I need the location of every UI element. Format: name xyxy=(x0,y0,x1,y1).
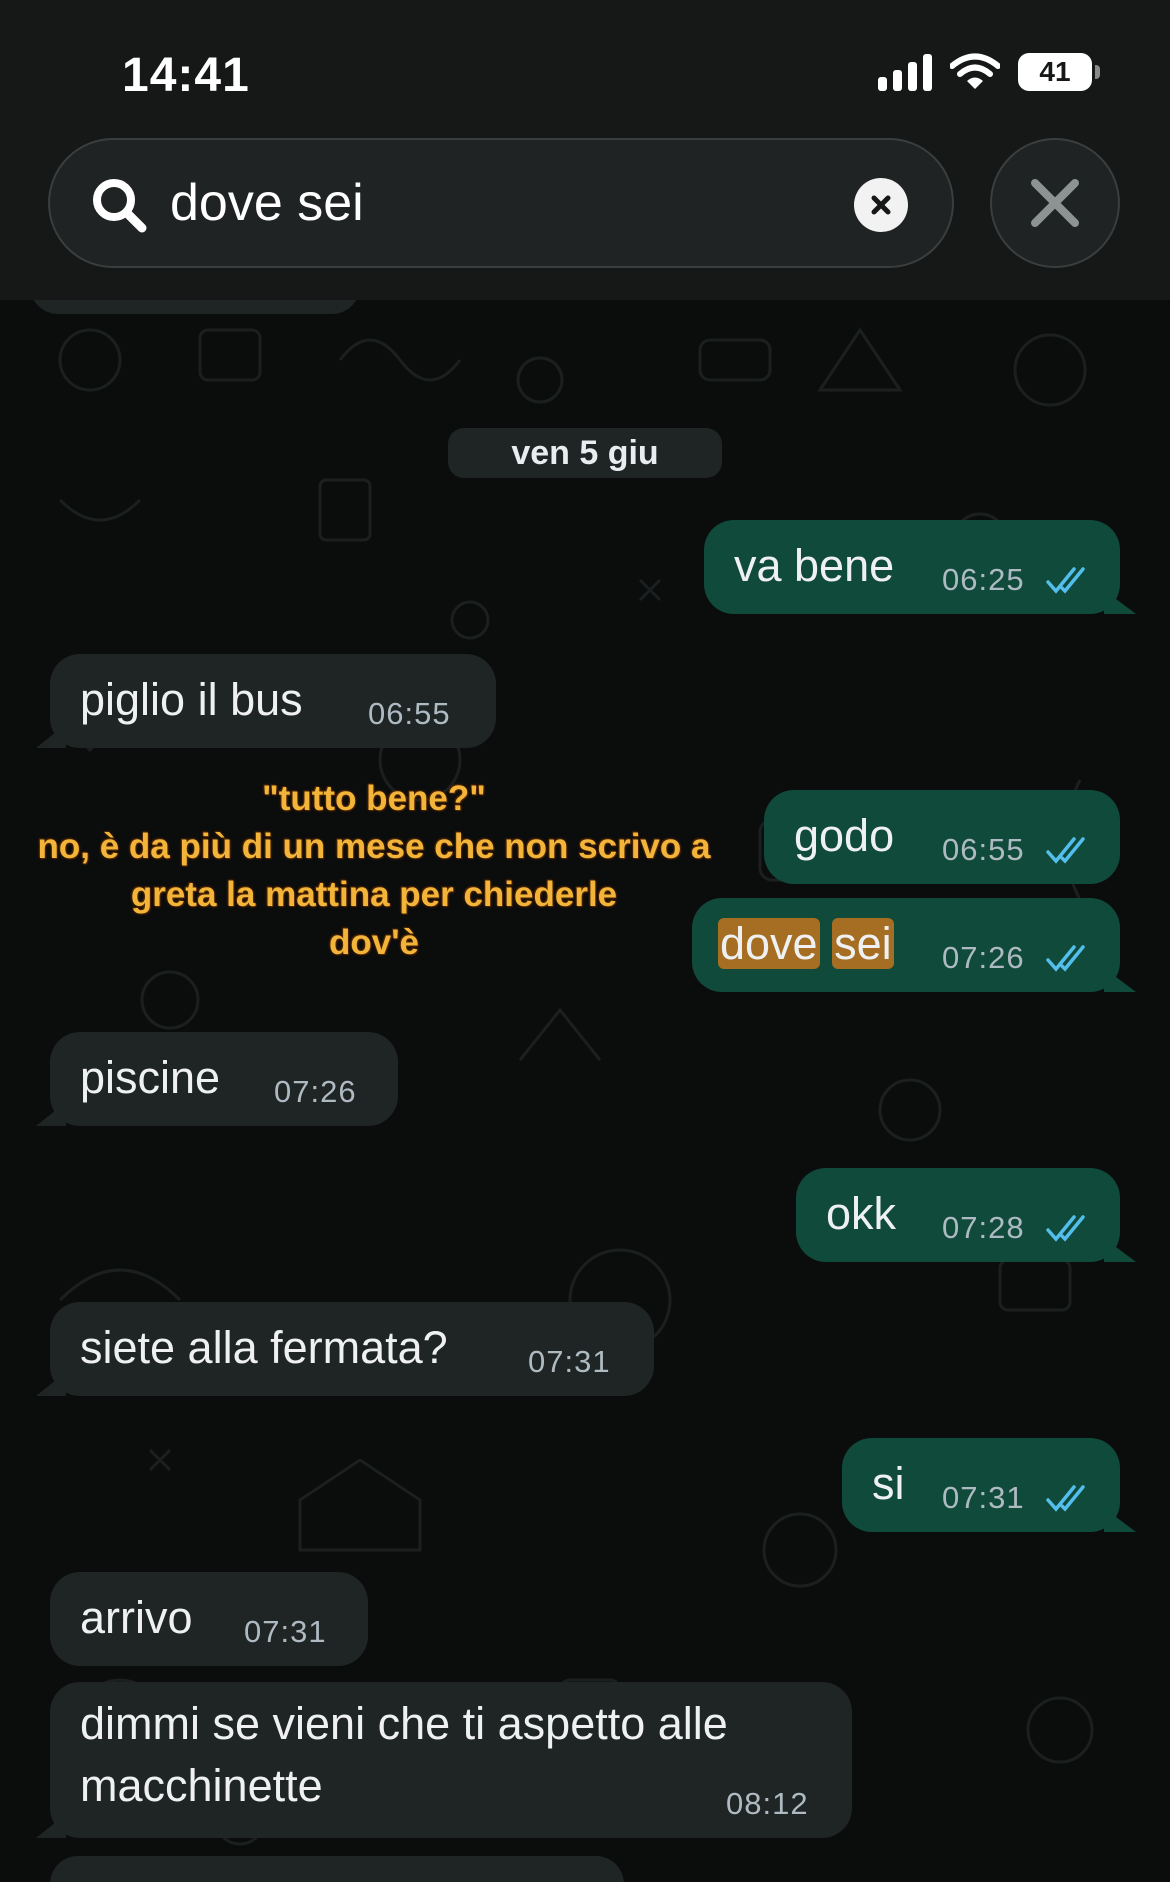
signal-icon xyxy=(878,53,932,91)
message-text: godo xyxy=(794,810,895,861)
message-text: okk xyxy=(826,1188,897,1239)
clear-search-icon xyxy=(871,195,891,215)
status-time: 14:41 xyxy=(122,49,250,102)
top-bar: 14:41 41 xyxy=(0,0,1170,300)
close-icon xyxy=(1031,179,1079,227)
caption-overlay: "tutto bene?" no, è da più di un mese ch… xyxy=(14,775,734,967)
wifi-icon xyxy=(950,53,1000,89)
message-time: 07:26 xyxy=(942,940,1025,975)
message-time: 06:25 xyxy=(942,562,1025,597)
message-time: 06:55 xyxy=(942,832,1025,867)
message-text: dove sei xyxy=(718,918,894,970)
message-text: arrivo xyxy=(80,1592,193,1643)
caption-line: no, è da più di un mese che non scrivo a xyxy=(37,827,711,866)
close-search-button[interactable] xyxy=(990,138,1120,268)
message-bubble-in[interactable]: arrivo 07:31 xyxy=(50,1572,368,1666)
message-bubble-out[interactable]: godo 06:55 xyxy=(764,790,1120,884)
message-text: piglio il bus xyxy=(80,674,303,725)
message-bubble-in[interactable]: piglio il bus 06:55 xyxy=(36,654,496,748)
caption-line: greta la mattina per chiederle xyxy=(130,875,618,914)
search-bar[interactable] xyxy=(48,138,954,268)
message-time: 07:28 xyxy=(942,1210,1025,1245)
status-icons: 41 xyxy=(878,52,1100,92)
read-ticks-icon xyxy=(1046,945,1085,972)
battery-level: 41 xyxy=(1039,56,1071,87)
read-ticks-icon xyxy=(1046,567,1085,594)
message-time: 07:31 xyxy=(528,1344,611,1379)
message-bubble-out[interactable]: va bene 06:25 xyxy=(704,520,1136,614)
read-ticks-icon xyxy=(1046,1485,1085,1512)
chat-area[interactable]: ven 5 giu va bene 06:25 piglio il bus 06… xyxy=(0,300,1170,1882)
message-text: piscine xyxy=(80,1052,221,1103)
message-time: 07:31 xyxy=(942,1480,1025,1515)
search-input[interactable] xyxy=(170,168,790,238)
message-text-line: dimmi se vieni che ti aspetto alle xyxy=(80,1698,728,1749)
message-bubble-in[interactable]: piscine 07:26 xyxy=(36,1032,398,1126)
battery-icon: 41 xyxy=(1018,53,1100,91)
read-ticks-icon xyxy=(1046,1215,1085,1242)
message-bubble-in[interactable]: dimmi se vieni che ti aspetto alle macch… xyxy=(36,1682,852,1838)
message-text: siete alla fermata? xyxy=(80,1322,448,1373)
message-time: 07:31 xyxy=(244,1614,327,1649)
search-highlight: sei xyxy=(832,918,894,969)
partial-message-bubble xyxy=(50,1856,624,1882)
message-bubble-out[interactable]: si 07:31 xyxy=(842,1438,1136,1532)
message-time: 06:55 xyxy=(368,696,451,731)
message-bubble-in[interactable]: siete alla fermata? 07:31 xyxy=(36,1302,654,1396)
message-text-line: macchinette xyxy=(80,1760,323,1811)
message-text: si xyxy=(872,1458,905,1509)
message-time: 07:26 xyxy=(274,1074,357,1109)
message-bubble-out[interactable]: okk 07:28 xyxy=(796,1168,1136,1262)
message-time: 08:12 xyxy=(726,1786,809,1821)
partial-message-bubble xyxy=(30,300,360,314)
message-bubble-out[interactable]: dove sei 07:26 xyxy=(692,898,1136,992)
message-text: va bene xyxy=(734,540,895,591)
read-ticks-icon xyxy=(1046,837,1085,864)
date-divider: ven 5 giu xyxy=(448,428,722,478)
caption-line: dov'è xyxy=(328,923,419,962)
search-icon xyxy=(93,179,147,233)
caption-line: "tutto bene?" xyxy=(262,779,486,818)
clear-search-button[interactable] xyxy=(854,178,908,232)
